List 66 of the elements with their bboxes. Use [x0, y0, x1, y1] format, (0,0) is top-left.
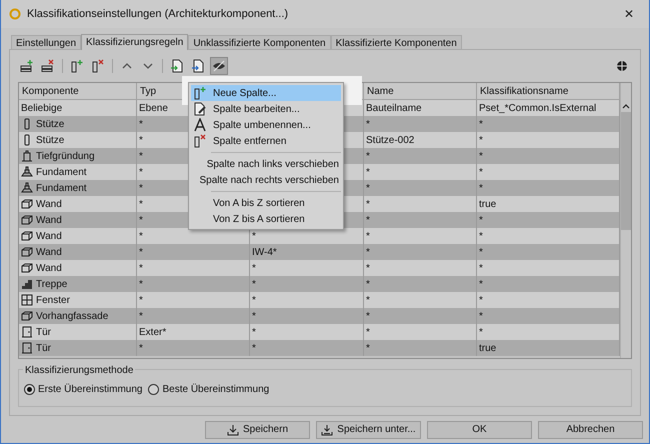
table-cell-text: Stütze [36, 118, 64, 132]
table-cell-text: Beliebige [21, 102, 62, 116]
remove-column-icon [91, 59, 105, 73]
eye-slash-icon [212, 59, 226, 73]
toolbar-button[interactable] [210, 57, 228, 75]
table-cell-text: Fundament [36, 166, 87, 180]
table-cell-text: Fundament [36, 182, 87, 196]
group-title: Klassifizierungsmethode [23, 363, 136, 378]
download-icon [226, 424, 239, 436]
pile-icon [21, 150, 33, 162]
crosshair-icon [616, 60, 628, 72]
footing-icon [21, 166, 33, 178]
add-row-icon [20, 59, 34, 73]
scrollbar[interactable] [620, 83, 631, 358]
dialog-button[interactable]: Speichern unter... [316, 420, 421, 438]
tab[interactable]: Einstellungen [11, 35, 82, 49]
wall-icon [21, 262, 33, 274]
dialog-button[interactable]: Speichern [205, 420, 310, 438]
table-cell-text: Stütze [36, 134, 64, 148]
add-column-icon [70, 59, 84, 73]
tab[interactable]: Unklassifizierte Komponenten [188, 35, 331, 49]
radio-option[interactable]: Erste Übereinstimmung [24, 382, 142, 397]
wall-icon [21, 310, 33, 322]
column-header[interactable]: Name [364, 83, 477, 99]
door-icon [21, 326, 33, 338]
menu-item[interactable]: Neue Spalte... [191, 85, 341, 101]
dialog-button[interactable]: Abbrechen [538, 420, 643, 438]
ring-icon [9, 8, 21, 20]
close-button[interactable]: ✕ [617, 5, 641, 23]
door-icon [21, 342, 33, 354]
crosshair-button[interactable] [614, 58, 630, 74]
table-cell-text: Tür [36, 342, 51, 356]
wall-icon [21, 198, 33, 210]
table-cell-text: Wand [36, 198, 62, 212]
window-title: Klassifikationseinstellungen (Architekturkomponent...) [27, 6, 288, 22]
table-cell-text: Wand [36, 214, 62, 228]
window-icon [21, 294, 33, 306]
document-arrow-icon [170, 59, 184, 73]
table-cell-text: Wand [36, 230, 62, 244]
table-cell: * [364, 340, 477, 356]
table-cell-text: Fenster [36, 294, 70, 308]
dialog-button[interactable]: OK [427, 420, 532, 438]
remove-column-icon [193, 134, 207, 148]
table-cell-text: Wand [36, 262, 62, 276]
document-arrow-icon [191, 59, 205, 73]
wall-icon [21, 214, 33, 226]
table-cell-text: Wand [36, 246, 62, 260]
add-column-icon [193, 86, 207, 100]
tab[interactable]: Klassifizierungsregeln [81, 34, 188, 50]
wall-icon [21, 230, 33, 242]
stair-icon [21, 278, 33, 290]
radio-option[interactable]: Beste Übereinstimmung [148, 382, 270, 397]
tab[interactable]: Klassifizierte Komponenten [330, 35, 462, 49]
column-header[interactable]: Komponente [19, 83, 137, 99]
table-cell: * [250, 340, 364, 356]
download-icon [321, 424, 334, 436]
wall-icon [21, 246, 33, 258]
table-cell-text: Vorhangfassade [36, 310, 108, 324]
footing-icon [21, 182, 33, 194]
table-cell-text: Treppe [36, 278, 68, 292]
remove-row-icon [41, 59, 55, 73]
table-cell-text: Tür [36, 326, 51, 340]
table-cell-text: Tiefgründung [36, 150, 95, 164]
document-pencil-icon [193, 102, 207, 116]
letter-glyph-icon [193, 118, 207, 132]
table-cell: * [137, 340, 250, 356]
